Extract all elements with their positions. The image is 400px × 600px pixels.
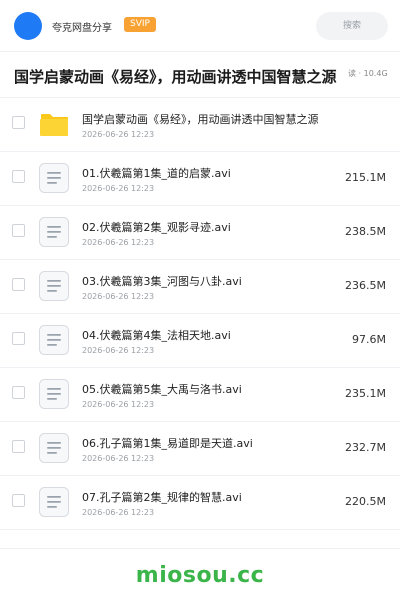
- file-name[interactable]: 06.孔子篇第1集_易道即是天道.avi: [82, 435, 253, 451]
- file-date: 2026-06-26 12:23: [82, 130, 155, 139]
- file-name[interactable]: 04.伏羲篇第4集_法相天地.avi: [82, 327, 231, 343]
- file-text-icon: [38, 378, 70, 410]
- file-name[interactable]: 01.伏羲篇第1集_道的启蒙.avi: [82, 165, 231, 181]
- file-text-icon: [38, 432, 70, 464]
- file-row[interactable]: 05.伏羲篇第5集_大禹与洛书.avi 2026-06-26 12:23 235.1…: [0, 368, 400, 422]
- file-list: 国学启蒙动画《易经》，用动画讲透中国智慧之源 2026-06-26 12:23 01…: [0, 98, 400, 530]
- file-size: 215.1M: [345, 171, 386, 184]
- file-date: 2026-06-26 12:23: [82, 184, 155, 193]
- file-row[interactable]: 02.伏羲篇第2集_观影寻迹.avi 2026-06-26 12:23 238.5M: [0, 206, 400, 260]
- watermark-text: miosou.cc: [135, 563, 265, 588]
- file-name[interactable]: 国学启蒙动画《易经》，用动画讲透中国智慧之源: [82, 111, 319, 127]
- file-size: 220.5M: [345, 495, 386, 508]
- select-checkbox[interactable]: [12, 440, 25, 453]
- file-row[interactable]: 03.伏羲篇第3集_河图与八卦.avi 2026-06-26 12:23 236.5…: [0, 260, 400, 314]
- select-checkbox[interactable]: [12, 116, 25, 129]
- file-date: 2026-06-26 12:23: [82, 292, 155, 301]
- select-checkbox[interactable]: [12, 494, 25, 507]
- select-checkbox[interactable]: [12, 170, 25, 183]
- share-meta: 读 · 10.4G: [340, 68, 400, 79]
- file-name[interactable]: 05.伏羲篇第5集_大禹与洛书.avi: [82, 381, 242, 397]
- folder-icon: [38, 108, 70, 140]
- file-row[interactable]: 01.伏羲篇第1集_道的启蒙.avi 2026-06-26 12:23 215.1M: [0, 152, 400, 206]
- file-row[interactable]: 07.孔子篇第2集_规律的智慧.avi 2026-06-26 12:23 220.5…: [0, 476, 400, 530]
- file-name[interactable]: 07.孔子篇第2集_规律的智慧.avi: [82, 489, 242, 505]
- share-header: 夸克网盘分享 SVIP 搜索: [0, 0, 400, 52]
- file-text-icon: [38, 486, 70, 518]
- file-name[interactable]: 03.伏羲篇第3集_河图与八卦.avi: [82, 273, 242, 289]
- file-text-icon: [38, 324, 70, 356]
- share-title-bar: 国学启蒙动画《易经》，用动画讲透中国智慧之源 读 · 10.4G: [0, 52, 400, 98]
- file-size: 232.7M: [345, 441, 386, 454]
- select-checkbox[interactable]: [12, 386, 25, 399]
- folder-row[interactable]: 国学启蒙动画《易经》，用动画讲透中国智慧之源 2026-06-26 12:23: [0, 98, 400, 152]
- file-row[interactable]: 04.伏羲篇第4集_法相天地.avi 2026-06-26 12:23 97.6M: [0, 314, 400, 368]
- file-date: 2026-06-26 12:23: [82, 238, 155, 247]
- file-text-icon: [38, 270, 70, 302]
- file-text-icon: [38, 162, 70, 194]
- select-checkbox[interactable]: [12, 332, 25, 345]
- file-size: 97.6M: [352, 333, 386, 346]
- select-checkbox[interactable]: [12, 278, 25, 291]
- file-date: 2026-06-26 12:23: [82, 346, 155, 355]
- file-date: 2026-06-26 12:23: [82, 400, 155, 409]
- search-input[interactable]: 搜索: [316, 12, 388, 40]
- file-row[interactable]: 06.孔子篇第1集_易道即是天道.avi 2026-06-26 12:23 232.…: [0, 422, 400, 476]
- file-name[interactable]: 02.伏羲篇第2集_观影寻迹.avi: [82, 219, 231, 235]
- file-date: 2026-06-26 12:23: [82, 454, 155, 463]
- select-checkbox[interactable]: [12, 224, 25, 237]
- file-text-icon: [38, 216, 70, 248]
- file-size: 238.5M: [345, 225, 386, 238]
- share-owner-name: 夸克网盘分享: [52, 23, 112, 34]
- file-size: 235.1M: [345, 387, 386, 400]
- svip-badge: SVIP: [124, 17, 156, 32]
- footer: miosou.cc: [0, 548, 400, 600]
- file-date: 2026-06-26 12:23: [82, 508, 155, 517]
- avatar[interactable]: [14, 12, 42, 40]
- file-size: 236.5M: [345, 279, 386, 292]
- page-title: 国学启蒙动画《易经》，用动画讲透中国智慧之源: [14, 68, 337, 86]
